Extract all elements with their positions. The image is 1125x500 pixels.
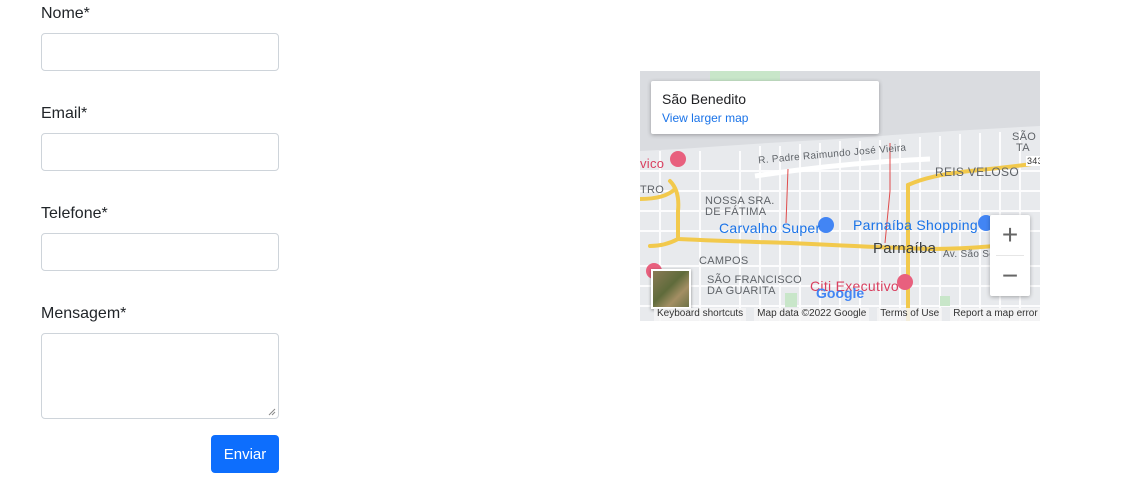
message-textarea[interactable]: [41, 333, 279, 419]
email-label: Email*: [41, 105, 88, 122]
route-shield: 343: [1026, 156, 1040, 166]
google-logo: Google: [816, 285, 865, 301]
zoom-controls: + −: [990, 215, 1030, 296]
view-larger-map-link[interactable]: View larger map: [662, 111, 748, 125]
phone-input[interactable]: [41, 233, 279, 271]
map-label-parnaiba: Parnaíba: [873, 240, 937, 257]
hotel-pin-icon-2[interactable]: [897, 274, 913, 290]
name-label: Nome*: [41, 5, 90, 22]
map-footer: Keyboard shortcuts Map data ©2022 Google…: [654, 308, 1040, 321]
map-label-av-sao: Av. São Se: [943, 249, 996, 260]
submit-button[interactable]: Enviar: [211, 435, 279, 473]
name-input[interactable]: [41, 33, 279, 71]
zoom-out-button[interactable]: −: [990, 256, 1030, 296]
embedded-map[interactable]: R. Padre Raimundo José Vieira REIS VELOS…: [640, 71, 1040, 321]
place-title: São Benedito: [662, 91, 747, 107]
map-label-sao-2: TA: [1016, 142, 1030, 154]
message-label: Mensagem*: [41, 305, 127, 322]
map-label-tro: TRO: [640, 184, 665, 196]
map-label-sao-francisco-2: DA GUARITA: [707, 285, 776, 297]
satellite-toggle[interactable]: [651, 269, 691, 309]
map-label-nossa-sra-2: DE FÁTIMA: [705, 206, 767, 218]
keyboard-shortcuts-link[interactable]: Keyboard shortcuts: [654, 308, 747, 321]
report-map-error-link[interactable]: Report a map error: [950, 308, 1040, 321]
resize-grip-icon[interactable]: [268, 408, 276, 416]
map-data-attribution: Map data ©2022 Google: [754, 308, 870, 321]
map-label-campos: CAMPOS: [699, 255, 749, 267]
hotel-pin-icon[interactable]: [670, 151, 686, 167]
map-label-carvalho[interactable]: Carvalho Super: [719, 220, 820, 236]
email-input[interactable]: [41, 133, 279, 171]
map-label-vico: vico: [640, 156, 665, 171]
phone-label: Telefone*: [41, 205, 108, 222]
terms-of-use-link[interactable]: Terms of Use: [877, 308, 943, 321]
zoom-in-button[interactable]: +: [990, 215, 1030, 255]
map-label-reis-veloso: REIS VELOSO: [935, 165, 1019, 179]
map-label-parnaiba-shopping[interactable]: Parnaíba Shopping: [853, 217, 978, 233]
place-info-card: São Benedito View larger map: [651, 81, 879, 134]
